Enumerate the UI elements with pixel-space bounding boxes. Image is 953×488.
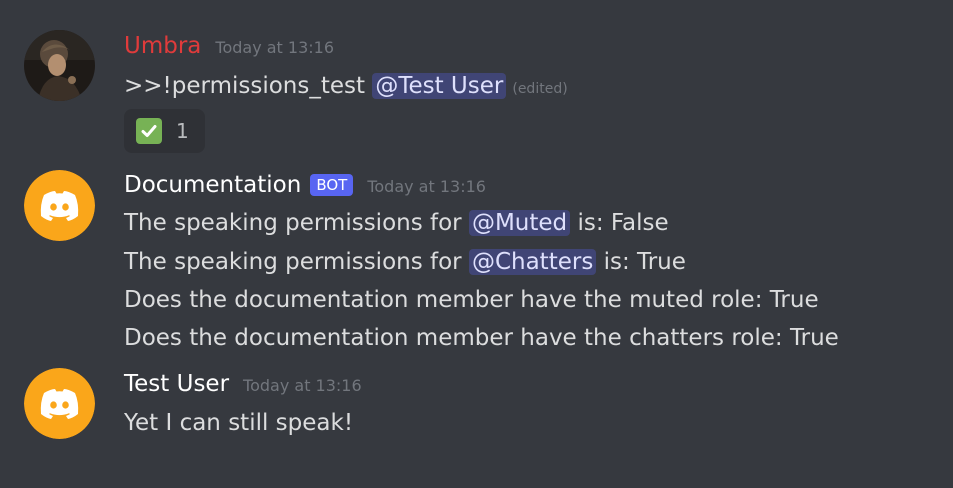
line-text: is: False xyxy=(570,210,669,236)
bot-tag: BOT xyxy=(310,174,354,196)
timestamp[interactable]: Today at 13:16 xyxy=(367,177,486,196)
reaction-button[interactable]: 1 xyxy=(124,109,205,153)
line-text: The speaking permissions for xyxy=(124,210,469,236)
message-line: Does the documentation member have the c… xyxy=(124,325,839,351)
white-check-mark-icon xyxy=(136,118,162,144)
edited-label: (edited) xyxy=(512,81,568,97)
line-text: The speaking permissions for xyxy=(124,249,469,275)
message-header: Documentation BOT Today at 13:16 xyxy=(124,172,486,200)
message-header: Test User Today at 13:16 xyxy=(124,371,362,399)
user-mention[interactable]: @Test User xyxy=(372,73,507,99)
timestamp[interactable]: Today at 13:16 xyxy=(243,376,362,395)
role-mention-chatters[interactable]: @Chatters xyxy=(468,249,597,275)
username[interactable]: Test User xyxy=(124,371,229,397)
message-line: The speaking permissions for @Chatters i… xyxy=(124,244,686,280)
chat-messages: Umbra Today at 13:16 >>!permissions_test… xyxy=(0,0,953,488)
username[interactable]: Umbra xyxy=(124,33,201,59)
message-header: Umbra Today at 13:16 xyxy=(124,33,334,61)
role-mention-muted[interactable]: @Muted xyxy=(468,210,571,236)
reaction-count: 1 xyxy=(176,119,189,143)
discord-logo-icon xyxy=(40,389,79,419)
message-line: Does the documentation member have the m… xyxy=(124,287,819,313)
timestamp[interactable]: Today at 13:16 xyxy=(215,38,334,57)
message-text: >>!permissions_test xyxy=(124,73,373,99)
line-text: is: True xyxy=(596,249,686,275)
avatar-umbra[interactable] xyxy=(24,30,95,101)
message-text: Yet I can still speak! xyxy=(124,410,354,436)
message-content: >>!permissions_test @Test User (edited) xyxy=(124,68,568,104)
avatar-test-user[interactable] xyxy=(24,368,95,439)
avatar-documentation[interactable] xyxy=(24,170,95,241)
discord-logo-icon xyxy=(40,191,79,221)
username[interactable]: Documentation xyxy=(124,172,301,198)
message-line: The speaking permissions for @Muted is: … xyxy=(124,205,669,241)
